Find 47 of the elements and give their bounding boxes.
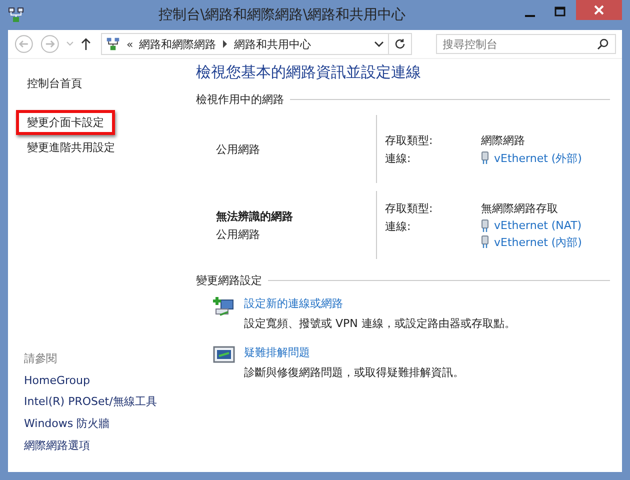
see-also-link[interactable]: Windows 防火牆 xyxy=(24,416,186,431)
overflow-chevron[interactable]: « xyxy=(126,38,134,50)
section-heading: 變更網路設定 xyxy=(196,273,262,288)
sidebar-link[interactable]: 變更進階共用設定 xyxy=(16,135,126,160)
network-add-icon xyxy=(212,296,236,318)
task-link[interactable]: 設定新的連線或網路 xyxy=(244,296,516,311)
field-label: 連線: xyxy=(385,150,412,166)
see-also-link[interactable]: HomeGroup xyxy=(24,374,186,387)
see-also-link[interactable]: 網際網路選項 xyxy=(24,438,186,453)
address-bar[interactable]: « 網路和網際網路 網路和共用中心 xyxy=(101,33,389,55)
breadcrumb-item[interactable]: 網路和網際網路 xyxy=(139,36,216,52)
network-icon xyxy=(106,37,120,51)
window-title: 控制台\網路和網際網路\網路和共用中心 xyxy=(157,6,407,24)
field-label: 存取類型: xyxy=(385,200,434,216)
search-icon[interactable] xyxy=(596,38,609,50)
network-category[interactable]: 公用網路 xyxy=(216,226,376,242)
chevron-down-icon[interactable] xyxy=(374,40,384,48)
sidebar-link[interactable]: 變更介面卡設定 xyxy=(16,110,115,135)
monitor-icon xyxy=(212,345,236,365)
access-type-value: 網際網路 xyxy=(481,132,526,148)
task-description: 診斷與修復網路問題，或取得疑難排解資訊。 xyxy=(244,365,464,380)
section-heading: 檢視作用中的網路 xyxy=(196,92,284,107)
ethernet-plug-icon xyxy=(481,218,489,232)
breadcrumb-item[interactable]: 網路和共用中心 xyxy=(234,36,312,52)
task-link[interactable]: 疑難排解問題 xyxy=(244,345,464,360)
refresh-icon[interactable] xyxy=(394,38,406,50)
sidebar-link[interactable]: 控制台首頁 xyxy=(16,71,93,96)
see-also-heading: 請參閱 xyxy=(24,351,58,366)
connection-link[interactable]: vEthernet (NAT) xyxy=(494,219,582,232)
see-also-link[interactable]: Intel(R) PROSet/無線工具 xyxy=(24,394,186,409)
network-icon xyxy=(8,7,24,23)
refresh-button[interactable] xyxy=(388,33,412,55)
chevron-right-icon[interactable] xyxy=(222,40,228,48)
up-icon[interactable] xyxy=(80,37,92,51)
ethernet-plug-icon xyxy=(481,235,489,249)
field-label: 連線: xyxy=(385,218,412,234)
network-category[interactable]: 公用網路 xyxy=(216,142,376,156)
page-title: 檢視您基本的網路資訊並設定連線 xyxy=(196,63,422,82)
connection-link[interactable]: vEthernet (外部) xyxy=(494,150,582,166)
ethernet-plug-icon xyxy=(481,151,489,165)
close-button[interactable] xyxy=(576,0,622,20)
field-label: 存取類型: xyxy=(385,132,434,148)
task-description: 設定寬頻、撥號或 VPN 連線，或設定路由器或存取點。 xyxy=(244,316,516,331)
search-field[interactable]: 搜尋控制台 xyxy=(436,34,616,54)
access-type-value: 無網際網路存取 xyxy=(481,200,559,216)
connection-link[interactable]: vEthernet (內部) xyxy=(494,234,582,250)
network-name: 無法辨識的網路 xyxy=(216,208,294,224)
